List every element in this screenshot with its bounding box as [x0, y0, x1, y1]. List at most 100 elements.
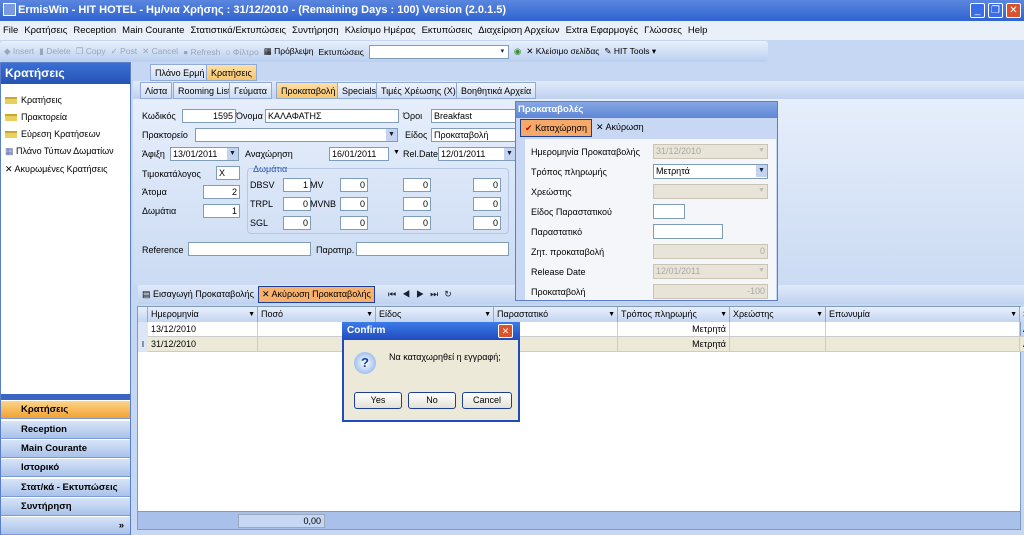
- insert-button[interactable]: ◆ Insert: [4, 46, 34, 57]
- menu-day-close[interactable]: Κλείσιμο Ημέρας: [342, 25, 419, 36]
- pricelist-field[interactable]: X: [216, 166, 240, 180]
- sidebar-item-cancelled[interactable]: ✕ Ακυρωμένες Κρατήσεις: [5, 161, 107, 177]
- grid-cell[interactable]: 13/12/2010: [148, 322, 258, 337]
- room-count-field[interactable]: 1: [283, 178, 311, 192]
- cancel-deposit-button[interactable]: ✕ Ακύρωση Προκαταβολής: [258, 286, 375, 303]
- hit-tools-button[interactable]: ✎ HIT Tools ▾: [604, 46, 656, 57]
- tab-charge-rates[interactable]: Τιμές Χρέωσης (Χ): [376, 82, 461, 99]
- nav-stats[interactable]: Στατ/κά - Εκτυπώσεις: [1, 478, 130, 497]
- room-count-field[interactable]: 0: [403, 216, 431, 230]
- filter-dropdown-icon[interactable]: ▼: [1010, 307, 1017, 322]
- tab-deposit[interactable]: Προκαταβολή: [276, 82, 341, 99]
- nav-main-courante[interactable]: Main Courante: [1, 439, 130, 458]
- filter-dropdown-icon[interactable]: ▼: [366, 307, 373, 322]
- deposit-field-input[interactable]: 31/12/2010 ▼: [653, 144, 768, 159]
- tab-reservations[interactable]: Κρατήσεις: [206, 64, 257, 81]
- room-count-field[interactable]: 0: [340, 216, 368, 230]
- tab-rooming-list[interactable]: Rooming List: [173, 82, 236, 99]
- insert-deposit-button[interactable]: ▤ Εισαγωγή Προκαταβολής: [142, 287, 254, 302]
- column-header[interactable]: Τρόπος πληρωμής ▼: [618, 307, 730, 322]
- dropdown-icon[interactable]: ▼: [756, 185, 767, 197]
- dialog-close-button[interactable]: ✕: [498, 324, 513, 338]
- close-page-button[interactable]: ✕ Κλείσιμο σελίδας: [526, 46, 599, 57]
- grid-cell[interactable]: 31/12/2010: [148, 337, 258, 352]
- filter-dropdown-icon[interactable]: ▼: [248, 307, 255, 322]
- departure-date[interactable]: 16/01/2011: [329, 147, 389, 161]
- menu-reception[interactable]: Reception: [70, 25, 119, 36]
- filter-dropdown-icon[interactable]: ▼: [816, 307, 823, 322]
- room-count-field[interactable]: 0: [340, 197, 368, 211]
- tab-meals[interactable]: Γεύματα: [229, 82, 272, 99]
- restore-button[interactable]: ❐: [988, 3, 1003, 18]
- delete-button[interactable]: ▮ Delete: [39, 46, 71, 57]
- nav-more[interactable]: »: [1, 516, 130, 535]
- room-count-field[interactable]: 0: [473, 216, 501, 230]
- reldate-date[interactable]: 12/01/2011 ▼: [438, 147, 516, 161]
- tab-aux-files[interactable]: Βοηθητικά Αρχεία: [456, 82, 537, 99]
- tab-list[interactable]: Λίστα: [140, 82, 173, 99]
- copy-button[interactable]: ❐ Copy: [76, 46, 106, 57]
- room-count-field[interactable]: 0: [283, 197, 311, 211]
- save-button[interactable]: ✔ Καταχώρηση: [520, 119, 592, 137]
- menu-prints[interactable]: Εκτυπώσεις: [419, 25, 476, 36]
- filter-dropdown-icon[interactable]: ▼: [608, 307, 615, 322]
- dropdown-icon[interactable]: ▼: [756, 265, 767, 277]
- minimize-button[interactable]: _: [970, 3, 985, 18]
- sidebar-item-room-plan[interactable]: ▦ Πλάνο Τύπων Δωματίων: [5, 143, 114, 159]
- dropdown-icon[interactable]: ▼: [756, 165, 767, 177]
- column-header[interactable]: Ποσό ▼: [258, 307, 376, 322]
- sidebar-item-reservations[interactable]: Κρατήσεις: [5, 92, 62, 108]
- room-count-field[interactable]: 0: [473, 197, 501, 211]
- filter-button[interactable]: ○ Φίλτρο: [225, 47, 258, 57]
- departure-dropdown-icon[interactable]: ▼: [393, 149, 400, 156]
- name-field[interactable]: ΚΑΛΑΦΑΤΗΣ: [265, 109, 399, 123]
- column-header[interactable]: Παραστατικό ▼: [494, 307, 618, 322]
- filter-dropdown-icon[interactable]: ▼: [484, 307, 491, 322]
- type-field[interactable]: Προκαταβολή: [431, 128, 516, 142]
- yes-button[interactable]: Yes: [354, 392, 402, 409]
- nav-history[interactable]: Ιστορικό: [1, 458, 130, 477]
- agency-select[interactable]: ▼: [195, 128, 398, 142]
- nav-reservations[interactable]: Κρατήσεις: [1, 400, 130, 419]
- room-count-field[interactable]: 0: [473, 178, 501, 192]
- sidebar-item-agencies[interactable]: Πρακτορεία: [5, 109, 67, 125]
- record-navigator[interactable]: ⏮◀▶⏭↻: [388, 287, 458, 302]
- deposit-field-input[interactable]: Μετρητά ▼: [653, 164, 768, 179]
- notes-field[interactable]: [356, 242, 509, 256]
- grid-cell[interactable]: [826, 337, 1020, 352]
- cancel-button[interactable]: ✕ Cancel: [142, 46, 178, 57]
- deposit-field-input[interactable]: [653, 204, 685, 219]
- globe-icon[interactable]: ◉: [514, 46, 521, 57]
- row-indicator[interactable]: I: [138, 337, 148, 352]
- prints-select[interactable]: ▾: [368, 44, 509, 59]
- grid-cell[interactable]: Ακυρωμένη: [1020, 322, 1024, 337]
- cancel-popup-button[interactable]: ✕ Ακύρωση: [592, 119, 648, 137]
- code-field[interactable]: 1595: [182, 109, 236, 123]
- menu-languages[interactable]: Γλώσσες: [641, 25, 685, 36]
- menu-maintenance[interactable]: Συντήρηση: [289, 25, 342, 36]
- reference-field[interactable]: [188, 242, 311, 256]
- sidebar-item-find[interactable]: Εύρεση Κρατήσεων: [5, 126, 100, 142]
- persons-field[interactable]: 2: [203, 185, 240, 199]
- room-count-field[interactable]: 0: [283, 216, 311, 230]
- arrival-date[interactable]: 13/01/2011 ▼: [170, 147, 239, 161]
- grid-cell[interactable]: [730, 322, 826, 337]
- menu-main-courante[interactable]: Main Courante: [119, 25, 187, 36]
- nav-maintenance[interactable]: Συντήρηση: [1, 497, 130, 516]
- column-header[interactable]: Επωνυμία ▼: [826, 307, 1020, 322]
- deposit-field-input[interactable]: [653, 224, 723, 239]
- tab-ermis-plan[interactable]: Πλάνο Ερμή: [150, 64, 210, 81]
- menu-reservations[interactable]: Κρατήσεις: [21, 25, 70, 36]
- filter-dropdown-icon[interactable]: ▼: [720, 307, 727, 322]
- column-header[interactable]: Status▼: [1020, 307, 1024, 322]
- tab-specials[interactable]: Specials: [337, 82, 382, 99]
- deposit-field-input[interactable]: 12/01/2011 ▼: [653, 264, 768, 279]
- post-button[interactable]: ✓ Post: [111, 46, 138, 57]
- menu-help[interactable]: Help: [685, 25, 711, 36]
- dialog-cancel-button[interactable]: Cancel: [462, 392, 512, 409]
- nav-reception[interactable]: Reception: [1, 420, 130, 439]
- grid-cell[interactable]: [826, 322, 1020, 337]
- terms-field[interactable]: Breakfast: [431, 109, 516, 123]
- room-count-field[interactable]: 0: [403, 197, 431, 211]
- grid-cell[interactable]: Μετρητά: [618, 337, 730, 352]
